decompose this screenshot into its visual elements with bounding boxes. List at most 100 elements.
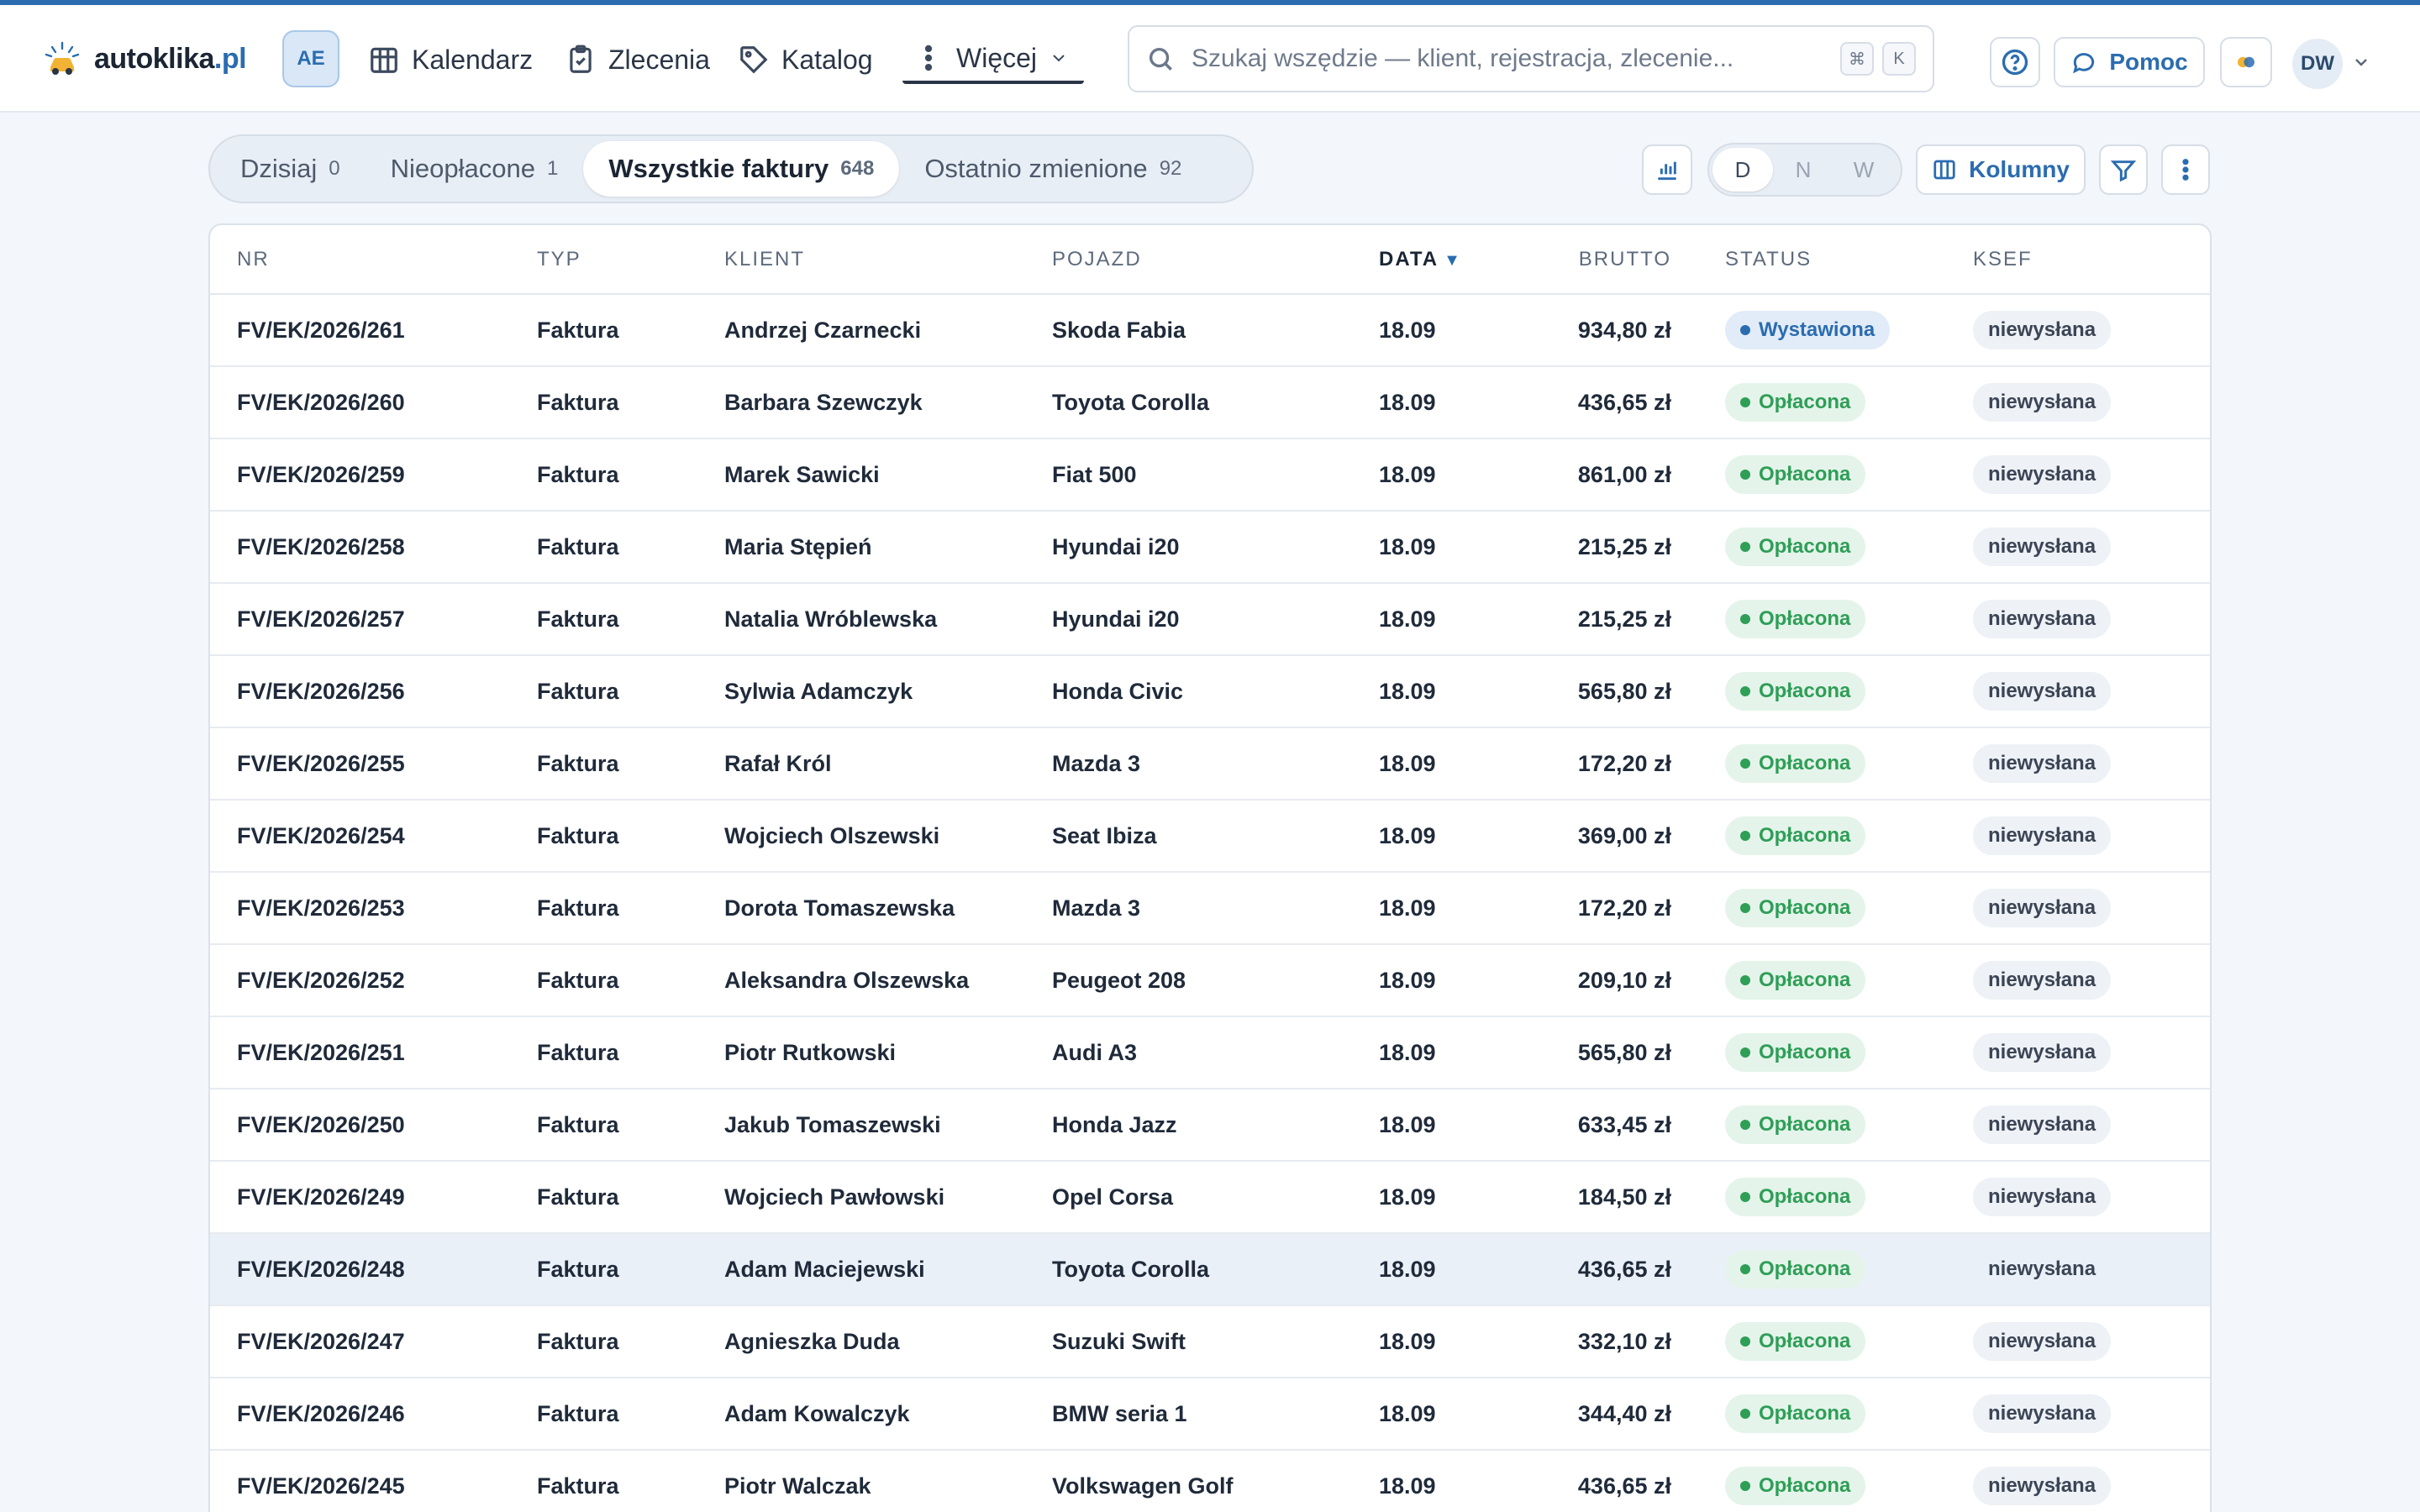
table-row[interactable]: FV/EK/2026/248 Faktura Adam Maciejewski Toy… [210, 1233, 2210, 1306]
invoice-tabs: Dzisiaj 0 Nieopłacone 1 Wszystkie faktur… [208, 134, 1254, 203]
cell-vehicle: Seat Ibiza [1052, 800, 1379, 873]
cell-date: 18.09 [1379, 1089, 1530, 1162]
status-dot-icon [1740, 759, 1750, 769]
cell-vehicle: Volkswagen Golf [1052, 1450, 1379, 1512]
column-header-date[interactable]: DATA ▼ [1379, 225, 1530, 295]
tab-all-invoices[interactable]: Wszystkie faktury 648 [583, 141, 900, 197]
stats-button[interactable] [1642, 144, 1692, 195]
cell-status: Opłacona [1671, 1089, 1920, 1162]
nav-calendar[interactable]: Kalendarz [368, 35, 533, 84]
table-row[interactable]: FV/EK/2026/260 Faktura Barbara Szewczyk Toy… [210, 366, 2210, 439]
density-option-d[interactable]: D [1712, 148, 1773, 192]
table-row[interactable]: FV/EK/2026/255 Faktura Rafał Król Mazda 3 18… [210, 727, 2210, 801]
table-row[interactable]: FV/EK/2026/253 Faktura Dorota Tomaszewska M… [210, 872, 2210, 945]
cell-client: Aleksandra Olszewska [724, 944, 1052, 1017]
logo[interactable]: autoklika.pl [44, 35, 247, 82]
workspace-badge[interactable]: AE [282, 30, 339, 87]
table-row[interactable]: FV/EK/2026/258 Faktura Maria Stępień Hyunda… [210, 511, 2210, 584]
top-bar: autoklika.pl AE Kalendarz Zlecenia Katal… [0, 5, 2420, 113]
user-avatar[interactable]: DW [2292, 39, 2343, 89]
cell-status: Wystawiona [1671, 294, 1920, 367]
global-search[interactable]: ⌘ K [1128, 25, 1934, 92]
cell-nr: FV/EK/2026/252 [210, 944, 537, 1017]
columns-button[interactable]: Kolumny [1916, 144, 2086, 195]
chevron-down-icon[interactable] [2351, 52, 2371, 72]
question-circle-icon [2002, 49, 2028, 76]
density-toggle: D N W [1707, 143, 1902, 197]
cell-gross: 344,40 zł [1530, 1378, 1671, 1451]
cell-nr: FV/EK/2026/254 [210, 800, 537, 873]
ksef-badge: niewysłana [1973, 816, 2112, 855]
ksef-badge: niewysłana [1973, 455, 2112, 494]
status-label: Opłacona [1759, 535, 1851, 558]
status-label: Opłacona [1759, 1330, 1851, 1352]
table-row[interactable]: FV/EK/2026/245 Faktura Piotr Walczak Volksw… [210, 1450, 2210, 1512]
ksef-badge: niewysłana [1973, 383, 2112, 422]
bar-chart-icon [1658, 161, 1676, 181]
table-row[interactable]: FV/EK/2026/256 Faktura Sylwia Adamczyk Hond… [210, 655, 2210, 728]
nav-catalog[interactable]: Katalog [738, 35, 873, 84]
status-label: Opłacona [1759, 607, 1851, 630]
status-label: Opłacona [1759, 752, 1851, 774]
cell-vehicle: Skoda Fabia [1052, 294, 1379, 367]
cell-ksef: niewysłana [1920, 511, 2210, 584]
cell-type: Faktura [537, 800, 724, 873]
status-dot-icon [1740, 975, 1750, 985]
table-row[interactable]: FV/EK/2026/257 Faktura Natalia Wróblewska H… [210, 583, 2210, 656]
column-header-ksef[interactable]: KSEF [1920, 225, 2210, 295]
nav-orders[interactable]: Zlecenia [565, 35, 710, 84]
tab-label: Dzisiaj [240, 154, 318, 183]
filter-button[interactable] [2099, 144, 2148, 195]
card-brand-icon [2238, 56, 2254, 68]
nav-more[interactable]: Więcej [902, 35, 1085, 84]
cell-date: 18.09 [1379, 872, 1530, 945]
clipboard-icon [570, 45, 592, 73]
invoices-table: NR TYP KLIENT POJAZD DATA ▼ BRUTTO STATUS… [208, 223, 2212, 1512]
column-header-gross[interactable]: BRUTTO [1530, 225, 1671, 295]
column-header-status[interactable]: STATUS [1671, 225, 1920, 295]
columns-button-label: Kolumny [1969, 156, 2070, 182]
table-row[interactable]: FV/EK/2026/250 Faktura Jakub Tomaszewski Ho… [210, 1089, 2210, 1162]
density-option-n[interactable]: N [1773, 148, 1833, 192]
cell-nr: FV/EK/2026/256 [210, 655, 537, 728]
column-header-nr[interactable]: NR [210, 225, 537, 295]
table-row[interactable]: FV/EK/2026/249 Faktura Wojciech Pawłowski O… [210, 1161, 2210, 1234]
tab-today[interactable]: Dzisiaj 0 [215, 141, 366, 197]
cell-date: 18.09 [1379, 727, 1530, 801]
help-button[interactable]: Pomoc [2054, 37, 2205, 87]
tab-unpaid[interactable]: Nieopłacone 1 [366, 141, 584, 197]
cell-ksef: niewysłana [1920, 438, 2210, 512]
table-row[interactable]: FV/EK/2026/251 Faktura Piotr Rutkowski Audi… [210, 1016, 2210, 1089]
table-row[interactable]: FV/EK/2026/254 Faktura Wojciech Olszewski S… [210, 800, 2210, 873]
cell-ksef: niewysłana [1920, 1233, 2210, 1306]
table-row[interactable]: FV/EK/2026/259 Faktura Marek Sawicki Fiat 5… [210, 438, 2210, 512]
table-row[interactable]: FV/EK/2026/246 Faktura Adam Kowalczyk BMW s… [210, 1378, 2210, 1451]
cell-status: Opłacona [1671, 727, 1920, 801]
column-header-type[interactable]: TYP [537, 225, 724, 295]
cell-date: 18.09 [1379, 438, 1530, 512]
status-badge: Opłacona [1725, 1322, 1866, 1361]
more-options-button[interactable] [2161, 144, 2210, 195]
cell-type: Faktura [537, 583, 724, 656]
car-logo-icon [45, 41, 80, 75]
search-input[interactable] [1192, 45, 1832, 73]
tab-recently-changed[interactable]: Ostatnio zmienione 92 [899, 141, 1207, 197]
column-header-client[interactable]: KLIENT [724, 225, 1052, 295]
table-row[interactable]: FV/EK/2026/261 Faktura Andrzej Czarnecki Sk… [210, 294, 2210, 367]
column-header-vehicle[interactable]: POJAZD [1052, 225, 1379, 295]
table-row[interactable]: FV/EK/2026/252 Faktura Aleksandra Olszewsk… [210, 944, 2210, 1017]
ksef-badge: niewysłana [1973, 744, 2112, 783]
cell-ksef: niewysłana [1920, 366, 2210, 439]
cell-date: 18.09 [1379, 1016, 1530, 1089]
payments-button[interactable] [2220, 37, 2272, 87]
cell-status: Opłacona [1671, 438, 1920, 512]
cell-status: Opłacona [1671, 1233, 1920, 1306]
status-badge: Opłacona [1725, 383, 1866, 422]
cell-nr: FV/EK/2026/257 [210, 583, 537, 656]
table-row[interactable]: FV/EK/2026/247 Faktura Agnieszka Duda Suzuk… [210, 1305, 2210, 1378]
tag-icon [740, 46, 768, 74]
help-question-button[interactable] [1990, 37, 2040, 87]
cell-ksef: niewysłana [1920, 727, 2210, 801]
density-option-w[interactable]: W [1833, 148, 1894, 192]
tab-label: Ostatnio zmienione [924, 154, 1148, 183]
